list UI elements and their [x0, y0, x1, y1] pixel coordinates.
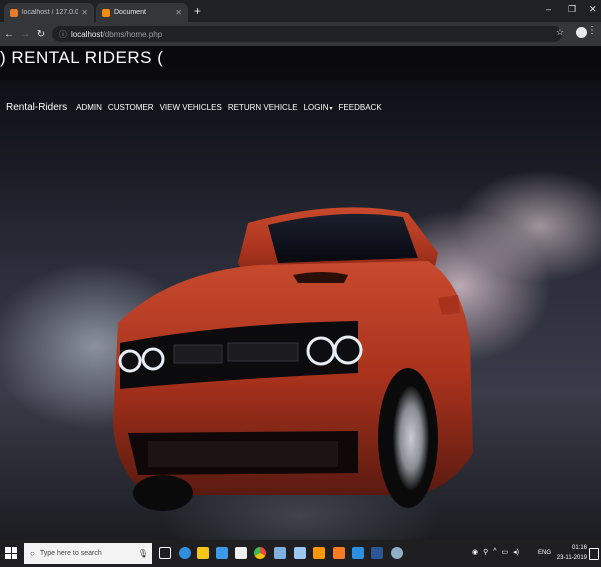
browser-toolbar: ← → ↻ ⌂ ⓘ localhost/dbms/home.php — [0, 22, 601, 46]
windows-taskbar: ○ Type here to search 🎙 ◉ ⚲ ^ ▭ ◂) ENG 0… — [0, 540, 601, 567]
maximize-button[interactable]: ❐ — [568, 4, 576, 15]
nav-item-customer[interactable]: CUSTOMER — [108, 103, 154, 112]
close-tab-icon[interactable]: ✕ — [81, 8, 88, 17]
system-tray: ◉ ⚲ ^ ▭ ◂) — [472, 548, 519, 556]
files-icon[interactable] — [294, 547, 306, 559]
language-indicator[interactable]: ENG — [538, 550, 551, 556]
nav-item-view-vehicles[interactable]: VIEW VEHICLES — [160, 103, 222, 112]
menu-kebab-icon[interactable]: ⋮ — [587, 25, 597, 36]
browser-tab-bar: localhost / 127.0.0.1 / rental / k ✕ Doc… — [0, 0, 601, 22]
store-icon[interactable] — [235, 547, 247, 559]
file-explorer-icon[interactable] — [197, 547, 209, 559]
user-icon[interactable]: ◉ — [472, 548, 478, 556]
nav-item-return-vehicle[interactable]: RETURN VEHICLE — [228, 103, 298, 112]
word-icon[interactable] — [371, 547, 383, 559]
nav-item-login-label: LOGIN — [303, 103, 329, 112]
hero-car-image — [113, 207, 473, 511]
minimize-button[interactable]: – — [546, 4, 551, 14]
chevron-down-icon: ▾ — [329, 106, 333, 112]
back-arrow-icon[interactable]: ← — [2, 29, 16, 40]
close-tab-icon[interactable]: ✕ — [175, 8, 182, 17]
new-tab-button[interactable]: + — [194, 4, 201, 18]
network-icon[interactable]: ▭ — [502, 548, 509, 556]
main-navbar: Rental-Riders ADMIN CUSTOMER VIEW VEHICL… — [6, 102, 388, 113]
profile-avatar[interactable] — [576, 27, 587, 38]
tab-title: Document — [114, 9, 146, 16]
page-viewport: ) RENTAL RIDERS ( Rental-Riders ADMIN CU… — [0, 46, 601, 540]
forward-arrow-icon[interactable]: → — [18, 29, 32, 40]
reload-icon[interactable]: ↻ — [34, 29, 48, 40]
clock[interactable]: 01:16 23-11-2019 — [557, 543, 587, 563]
volume-icon[interactable]: ◂) — [513, 548, 519, 556]
address-bar[interactable]: ⓘ localhost/dbms/home.php — [52, 26, 562, 42]
xampp-icon[interactable] — [333, 547, 345, 559]
sublime-icon[interactable] — [313, 547, 325, 559]
nav-item-feedback[interactable]: FEEDBACK — [339, 103, 382, 112]
site-info-icon[interactable]: ⓘ — [59, 29, 67, 40]
edge-icon[interactable] — [179, 547, 191, 559]
tab-document[interactable]: Document ✕ — [96, 3, 188, 22]
app-icon[interactable] — [391, 547, 403, 559]
nav-item-login[interactable]: LOGIN▾ — [304, 103, 333, 112]
notepad-icon[interactable] — [274, 547, 286, 559]
taskbar-search-input[interactable]: ○ Type here to search 🎙 — [24, 543, 152, 564]
tab-title: localhost / 127.0.0.1 / rental / k — [22, 9, 79, 16]
people-icon[interactable]: ⚲ — [483, 548, 488, 556]
search-placeholder: Type here to search — [39, 550, 102, 557]
url-host: localhost — [71, 29, 103, 39]
navbar-logo[interactable]: Rental-Riders — [6, 102, 67, 113]
chevron-up-icon[interactable]: ^ — [493, 548, 496, 556]
nav-item-admin[interactable]: ADMIN — [76, 103, 102, 112]
task-view-icon[interactable] — [159, 547, 171, 559]
tab-phpmyadmin[interactable]: localhost / 127.0.0.1 / rental / k ✕ — [4, 3, 94, 22]
site-brand-title: ) RENTAL RIDERS ( — [0, 48, 164, 67]
search-icon: ○ — [30, 549, 35, 558]
document-favicon-icon — [102, 8, 110, 17]
clock-time: 01:16 — [571, 545, 587, 551]
microphone-icon[interactable]: 🎙 — [138, 549, 148, 558]
chrome-icon[interactable] — [254, 547, 266, 559]
windows-start-icon[interactable] — [5, 547, 17, 559]
clock-date: 23-11-2019 — [556, 555, 587, 561]
dropbox-icon[interactable] — [216, 547, 228, 559]
phpmyadmin-favicon-icon — [10, 8, 18, 17]
url-path: /dbms/home.php — [102, 29, 163, 39]
bookmark-star-icon[interactable]: ☆ — [556, 27, 564, 38]
notification-icon[interactable] — [589, 548, 599, 560]
close-window-button[interactable]: ✕ — [589, 4, 597, 15]
vscode-icon[interactable] — [352, 547, 364, 559]
